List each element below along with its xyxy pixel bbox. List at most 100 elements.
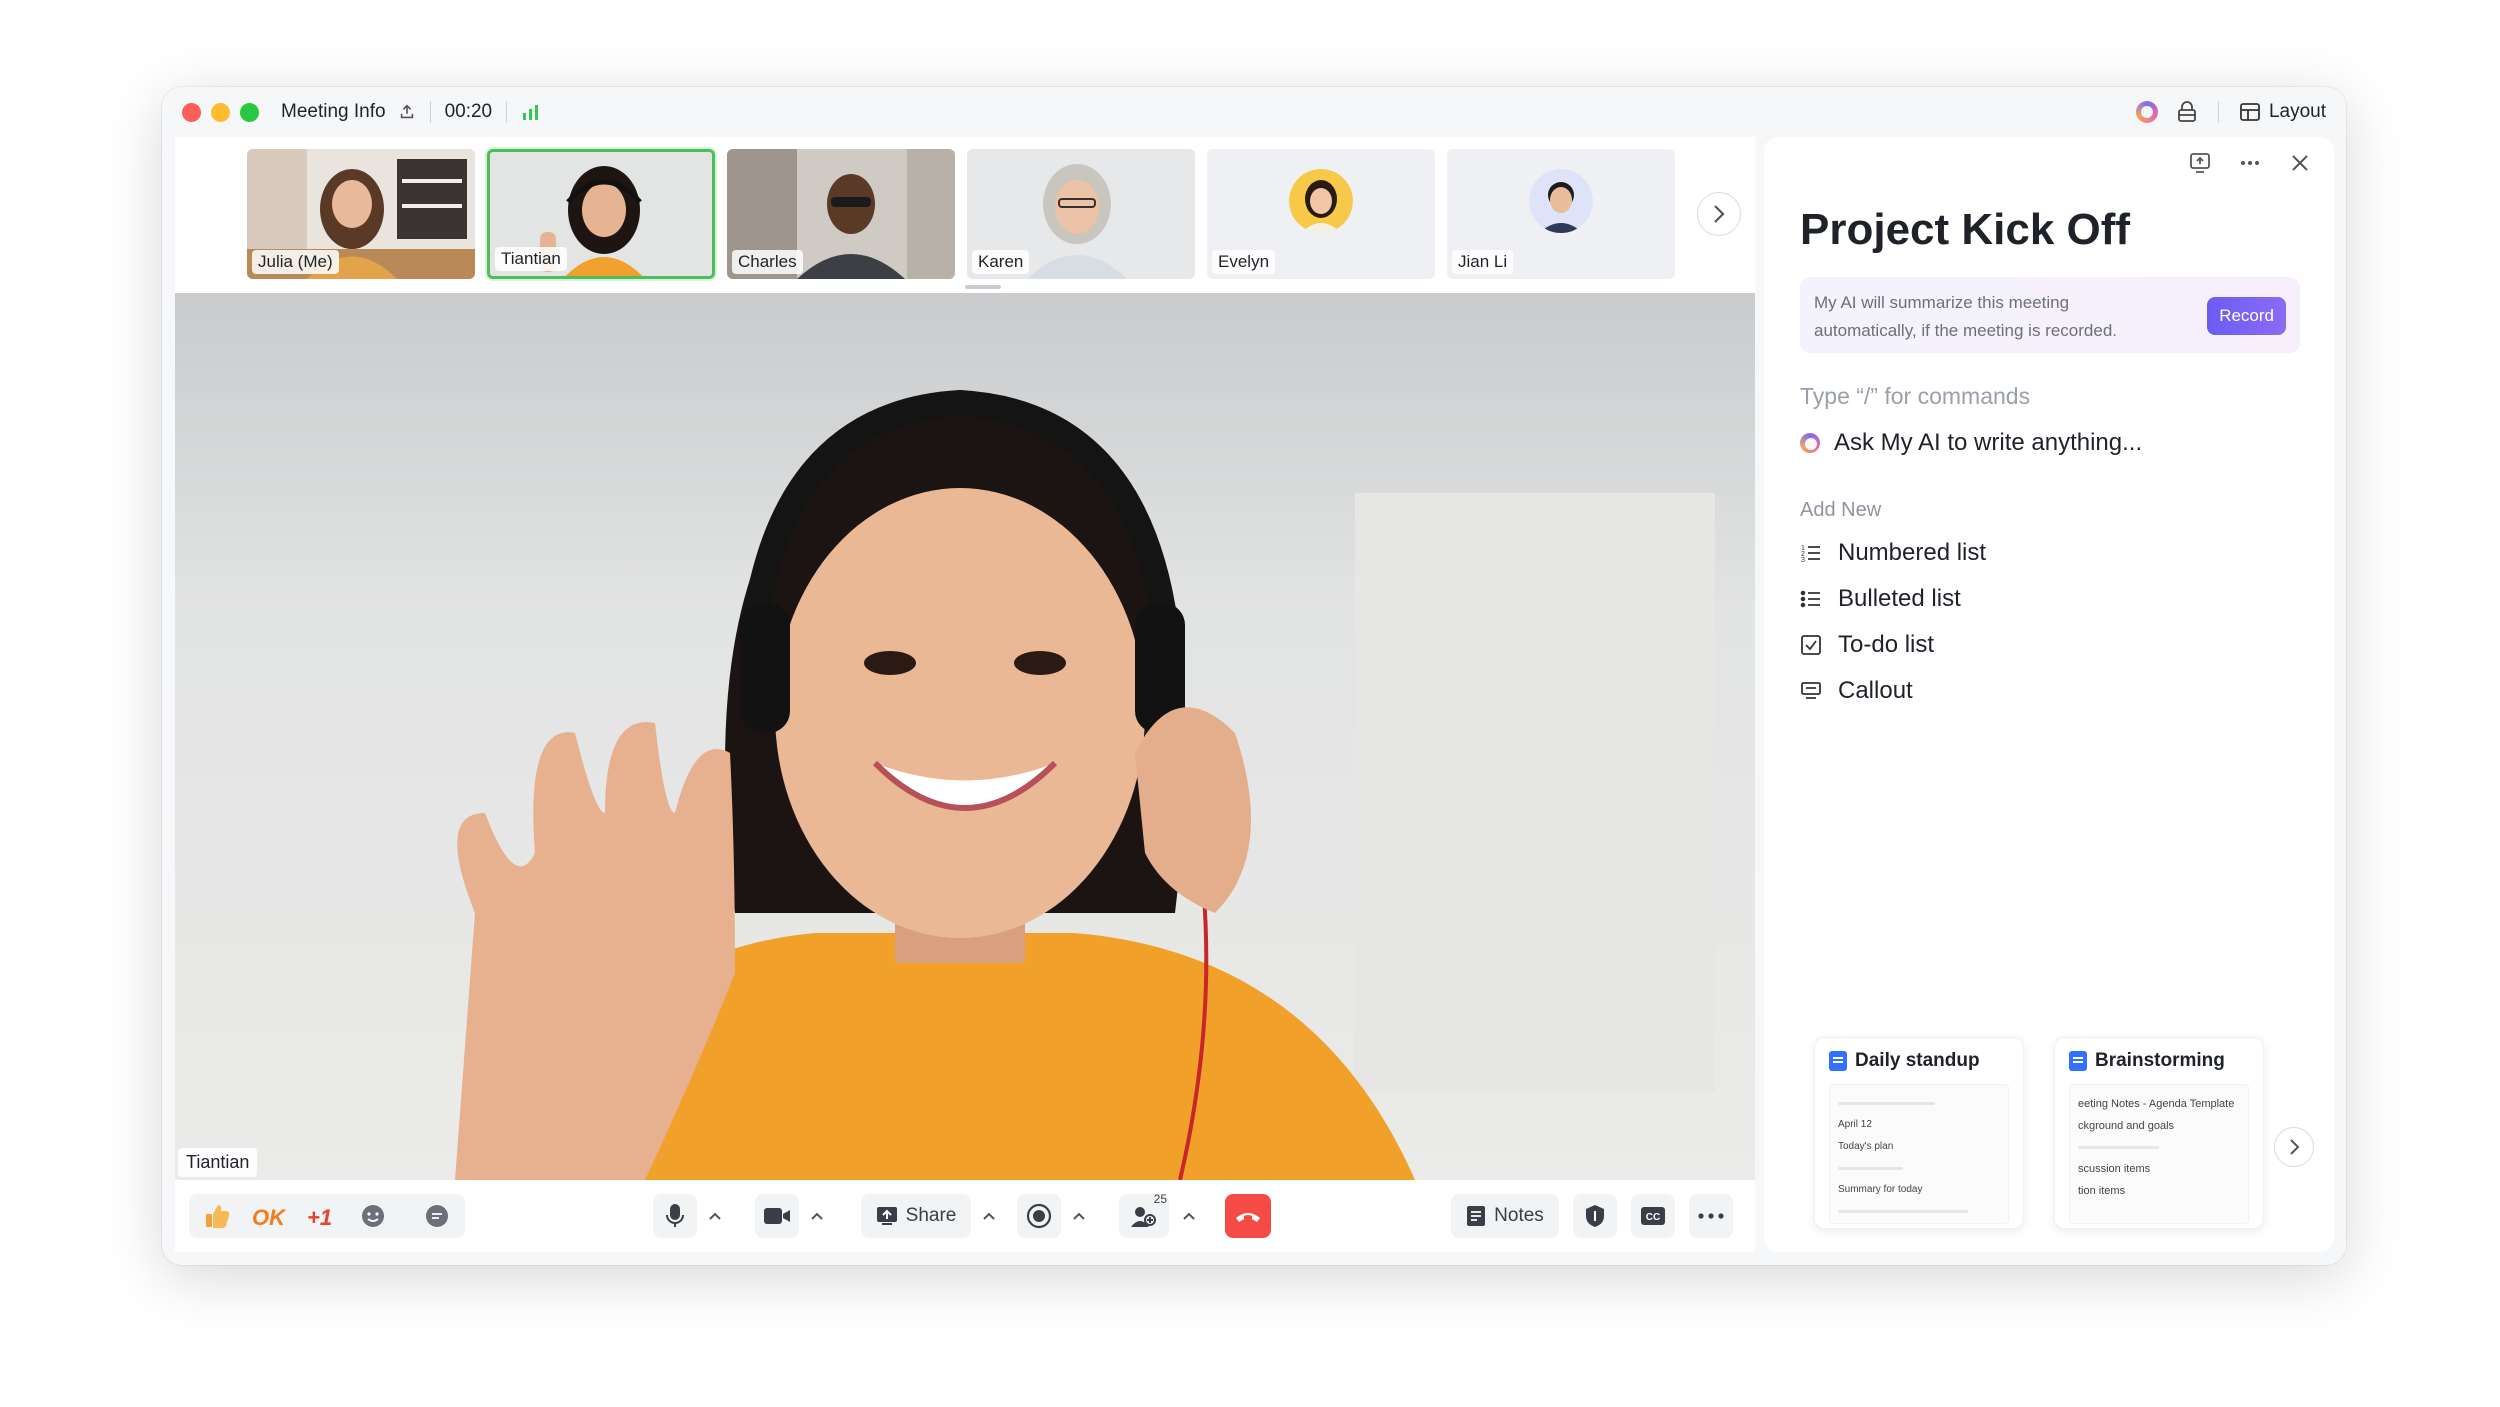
microphone-button[interactable]	[653, 1194, 697, 1238]
participant-tile-jian-li[interactable]: Jian Li	[1447, 149, 1675, 279]
preview-line: scussion items	[2078, 1163, 2151, 1175]
menu-item-callout[interactable]: Callout	[1800, 677, 1913, 705]
todo-list-icon	[1801, 635, 1821, 655]
template-card-daily-standup[interactable]: Daily standup April 12 Today's plan Summ…	[1814, 1037, 2024, 1229]
speaker-video	[175, 293, 1755, 1180]
menu-item-bulleted-list[interactable]: Bulleted list	[1800, 585, 1961, 613]
participants-icon	[1131, 1207, 1156, 1227]
preview-line: eeting Notes - Agenda Template	[2078, 1098, 2235, 1110]
participants-options-button[interactable]	[1175, 1194, 1203, 1238]
notes-button[interactable]: Notes	[1451, 1194, 1559, 1238]
chevron-right-icon	[2290, 1139, 2300, 1155]
participant-name: Charles	[732, 250, 803, 274]
menu-item-label: Numbered list	[1838, 539, 1987, 566]
closed-captions-icon: CC	[1641, 1207, 1665, 1225]
notes-label: Notes	[1494, 1205, 1544, 1226]
divider	[2217, 101, 2219, 123]
my-ai-icon[interactable]	[2135, 101, 2158, 123]
participant-tile-tiantian[interactable]: Tiantian	[487, 149, 715, 279]
layout-button[interactable]: Layout	[2239, 101, 2326, 123]
participants-button[interactable]: 25	[1119, 1192, 1169, 1238]
ai-summary-banner: My AI will summarize this meeting automa…	[1800, 277, 2300, 353]
ask-ai-row[interactable]: Ask My AI to write anything...	[1800, 429, 2142, 457]
template-next-button[interactable]	[2274, 1127, 2314, 1167]
notes-icon	[1467, 1206, 1486, 1226]
template-title: Daily standup	[1855, 1050, 1980, 1071]
add-new-heading: Add New	[1800, 499, 1882, 521]
zoom-window-button[interactable]	[240, 102, 259, 122]
template-title: Brainstorming	[2095, 1050, 2225, 1071]
meeting-timer: 00:20	[444, 101, 493, 122]
camera-options-button[interactable]	[803, 1194, 831, 1238]
participant-tile-evelyn[interactable]: Evelyn	[1207, 149, 1435, 279]
title-bar-actions: Layout	[2135, 87, 2326, 137]
menu-item-label: Callout	[1838, 677, 1913, 704]
divider	[506, 101, 508, 123]
template-preview: April 12 Today's plan Summary for today	[1829, 1084, 2009, 1224]
record-button[interactable]	[1017, 1194, 1061, 1238]
share-options-button[interactable]	[975, 1194, 1003, 1238]
pop-out-icon[interactable]	[2188, 151, 2212, 175]
command-input[interactable]: Type “/” for commands	[1800, 383, 2030, 410]
document-icon	[2069, 1051, 2087, 1071]
leave-meeting-button[interactable]	[1225, 1194, 1271, 1238]
divider	[429, 101, 431, 123]
smiley-icon	[362, 1205, 384, 1227]
chevron-right-icon	[1714, 205, 1725, 223]
chevron-up-icon	[709, 1212, 721, 1220]
share-link-icon[interactable]	[398, 103, 416, 121]
participant-tile-julia[interactable]: Julia (Me)	[247, 149, 475, 279]
meeting-stage: Julia (Me) Tiantian Charles Karen Evelyn…	[175, 137, 1755, 1252]
template-preview: eeting Notes - Agenda Template ckground …	[2069, 1084, 2249, 1224]
preview-line: tion items	[2078, 1185, 2126, 1197]
microphone-options-button[interactable]	[701, 1194, 729, 1238]
callout-icon	[1801, 682, 1821, 699]
security-lock-icon[interactable]	[2176, 101, 2198, 123]
participant-tile-karen[interactable]: Karen	[967, 149, 1195, 279]
preview-line: ckground and goals	[2078, 1120, 2175, 1132]
menu-item-numbered-list[interactable]: 123 Numbered list	[1800, 539, 1986, 567]
signal-strength-icon[interactable]	[521, 103, 541, 121]
preview-line: April 12	[1838, 1119, 1872, 1130]
more-options-button[interactable]	[1689, 1194, 1733, 1238]
menu-item-label: Bulleted list	[1838, 585, 1961, 612]
reaction-ok-button[interactable]: OK	[252, 1205, 285, 1231]
meeting-window: Meeting Info 00:20 Layout Julia (Me) Tia…	[162, 87, 2346, 1265]
record-options-button[interactable]	[1065, 1194, 1093, 1238]
chevron-up-icon	[811, 1212, 823, 1220]
thumbs-up-icon	[206, 1205, 230, 1228]
chat-button[interactable]	[423, 1202, 451, 1230]
captions-button[interactable]: CC	[1631, 1194, 1675, 1238]
participant-name: Karen	[972, 250, 1030, 274]
participant-tile-charles[interactable]: Charles	[727, 149, 955, 279]
numbered-list-icon: 123	[1801, 545, 1820, 564]
emoji-picker-button[interactable]	[359, 1202, 387, 1230]
strip-resize-handle[interactable]	[965, 285, 1001, 289]
meeting-info-button[interactable]: Meeting Info	[281, 101, 386, 123]
template-carousel: Daily standup April 12 Today's plan Summ…	[1814, 1037, 2314, 1237]
menu-item-todo-list[interactable]: To-do list	[1800, 631, 1934, 659]
camera-button[interactable]	[755, 1194, 799, 1238]
participant-name: Evelyn	[1212, 250, 1276, 274]
preview-line: Today's plan	[1838, 1141, 1894, 1152]
speaker-name: Tiantian	[178, 1148, 258, 1177]
chevron-up-icon	[1073, 1212, 1085, 1220]
close-icon[interactable]	[2288, 151, 2312, 175]
more-horizontal-icon[interactable]	[2238, 151, 2262, 175]
record-meeting-button[interactable]: Record	[2207, 297, 2286, 335]
chat-bubble-icon	[426, 1205, 448, 1227]
security-button[interactable]	[1573, 1194, 1617, 1238]
main-video: Tiantian	[175, 293, 1755, 1180]
participant-name: Jian Li	[1452, 250, 1514, 274]
layout-label: Layout	[2268, 101, 2326, 122]
share-screen-button[interactable]: Share	[861, 1194, 971, 1238]
my-ai-icon	[1800, 433, 1820, 453]
close-window-button[interactable]	[182, 102, 201, 122]
strip-next-button[interactable]	[1697, 192, 1741, 236]
reaction-plus-one-button[interactable]: +1	[307, 1205, 332, 1231]
menu-item-label: To-do list	[1838, 631, 1935, 658]
svg-text:CC: CC	[1646, 1212, 1660, 1223]
bulleted-list-icon	[1800, 590, 1820, 608]
template-card-brainstorming[interactable]: Brainstorming eeting Notes - Agenda Temp…	[2054, 1037, 2264, 1229]
minimize-window-button[interactable]	[211, 102, 230, 122]
